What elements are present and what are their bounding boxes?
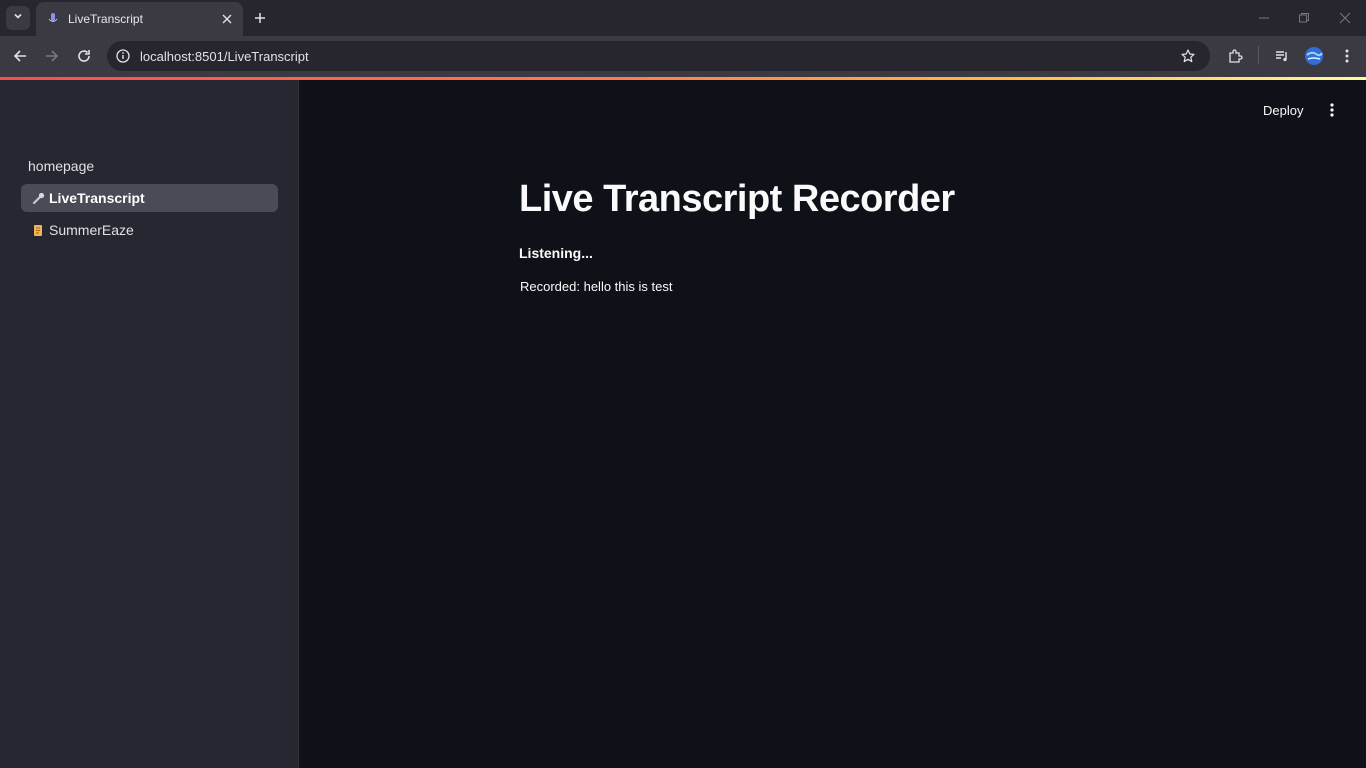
kebab-icon[interactable]: [1335, 44, 1359, 68]
close-window-icon[interactable]: [1333, 8, 1357, 28]
tab-title: LiveTranscript: [68, 12, 143, 26]
plus-icon[interactable]: [250, 8, 270, 28]
sidebar-item-summereaze[interactable]: SummerEaze: [21, 216, 278, 244]
arrow-left-icon[interactable]: [8, 44, 32, 68]
browser-tab-bar: LiveTranscript: [0, 0, 1366, 36]
reload-icon[interactable]: [72, 44, 96, 68]
browser-tab[interactable]: LiveTranscript: [36, 2, 243, 36]
page-title: Live Transcript Recorder: [519, 178, 955, 220]
toolbar-divider: [1258, 46, 1259, 64]
minimize-icon[interactable]: [1252, 8, 1276, 28]
microphone-icon: [31, 191, 45, 205]
sidebar-item-livetranscript[interactable]: LiveTranscript: [21, 184, 278, 212]
avatar[interactable]: [1302, 44, 1326, 68]
status-text: Listening...: [519, 245, 593, 261]
sidebar-item-homepage[interactable]: homepage: [21, 152, 278, 180]
address-bar[interactable]: localhost:8501/LiveTranscript: [107, 41, 1210, 71]
tab-list-button[interactable]: [6, 6, 30, 30]
sidebar-item-label: SummerEaze: [49, 222, 134, 238]
sidebar-item-label: LiveTranscript: [49, 190, 145, 206]
main-content: Deploy Live Transcript Recorder Listenin…: [300, 80, 1366, 768]
media-queue-icon[interactable]: [1270, 44, 1294, 68]
browser-toolbar: localhost:8501/LiveTranscript: [0, 36, 1366, 77]
kebab-icon[interactable]: [1322, 100, 1342, 120]
info-icon[interactable]: [114, 47, 132, 65]
restore-icon[interactable]: [1292, 8, 1316, 28]
microphone-icon: [46, 12, 60, 26]
close-icon[interactable]: [217, 9, 237, 29]
puzzle-icon[interactable]: [1223, 44, 1247, 68]
sidebar-item-label: homepage: [28, 158, 95, 174]
recorded-text: Recorded: hello this is test: [520, 279, 673, 294]
arrow-right-icon[interactable]: [40, 44, 64, 68]
url-text[interactable]: localhost:8501/LiveTranscript: [140, 49, 1178, 64]
scroll-icon: [31, 223, 45, 237]
star-icon[interactable]: [1178, 46, 1198, 66]
sidebar: homepage LiveTranscript SummerEaze: [0, 80, 299, 768]
deploy-button[interactable]: Deploy: [1263, 100, 1303, 120]
chevron-down-icon: [12, 9, 24, 27]
